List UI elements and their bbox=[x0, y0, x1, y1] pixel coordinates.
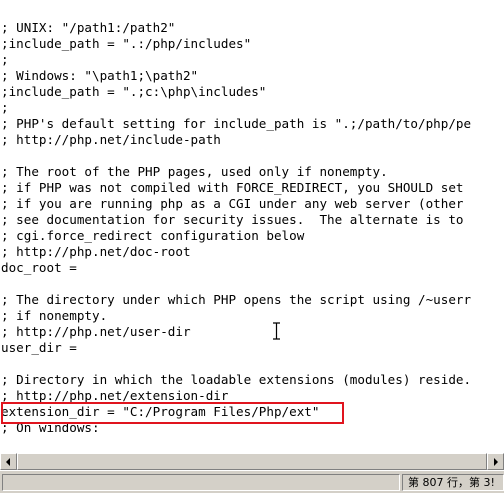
text-line bbox=[1, 276, 471, 292]
text-line: ; if nonempty. bbox=[1, 308, 108, 323]
text-line: ; PHP's default setting for include_path… bbox=[1, 116, 472, 131]
scrollbar-thumb[interactable] bbox=[17, 453, 487, 470]
text-line: ; http://php.net/user-dir bbox=[1, 324, 191, 339]
arrow-left-icon bbox=[6, 458, 10, 466]
scroll-left-button[interactable] bbox=[0, 453, 17, 470]
arrow-right-icon bbox=[494, 458, 498, 466]
text-line: ; UNIX: "/path1:/path2" bbox=[1, 20, 176, 35]
text-line: ; Windows: "\path1;\path2" bbox=[1, 68, 199, 83]
cursor-position-text: 第 807 行，第 3! bbox=[408, 476, 495, 489]
status-cell-left bbox=[2, 474, 400, 491]
text-line bbox=[1, 356, 471, 372]
text-line: doc_root = bbox=[1, 260, 77, 275]
ibeam-cursor-icon bbox=[272, 322, 281, 340]
text-line: ; The root of the PHP pages, used only i… bbox=[1, 164, 388, 179]
text-line: ;include_path = ".;c:\php\includes" bbox=[1, 84, 267, 99]
text-line bbox=[1, 148, 471, 164]
text-line: user_dir = bbox=[1, 340, 77, 355]
text-line: ; if you are running php as a CGI under … bbox=[1, 196, 464, 211]
text-line: ;include_path = ".:/php/includes" bbox=[1, 36, 252, 51]
text-line: ; cgi.force_redirect configuration below bbox=[1, 228, 305, 243]
text-line: ; bbox=[1, 100, 9, 115]
status-bar: 第 807 行，第 3! bbox=[0, 470, 504, 493]
extension-dir-highlight bbox=[1, 402, 344, 424]
text-line: ; The directory under which PHP opens th… bbox=[1, 292, 472, 307]
scroll-right-button[interactable] bbox=[487, 453, 504, 470]
text-line: ; if PHP was not compiled with FORCE_RED… bbox=[1, 180, 464, 195]
text-line: ; see documentation for security issues.… bbox=[1, 212, 464, 227]
text-line: ; bbox=[1, 52, 9, 67]
text-lines: ; UNIX: "/path1:/path2" ;include_path = … bbox=[1, 20, 471, 436]
text-line: ; http://php.net/doc-root bbox=[1, 244, 191, 259]
horizontal-scrollbar[interactable] bbox=[0, 453, 504, 470]
text-editor-area[interactable]: ; UNIX: "/path1:/path2" ;include_path = … bbox=[0, 0, 504, 454]
notepad-window: ; UNIX: "/path1:/path2" ;include_path = … bbox=[0, 0, 504, 493]
text-line: ; Directory in which the loadable extens… bbox=[1, 372, 472, 387]
text-line: ; http://php.net/include-path bbox=[1, 132, 221, 147]
